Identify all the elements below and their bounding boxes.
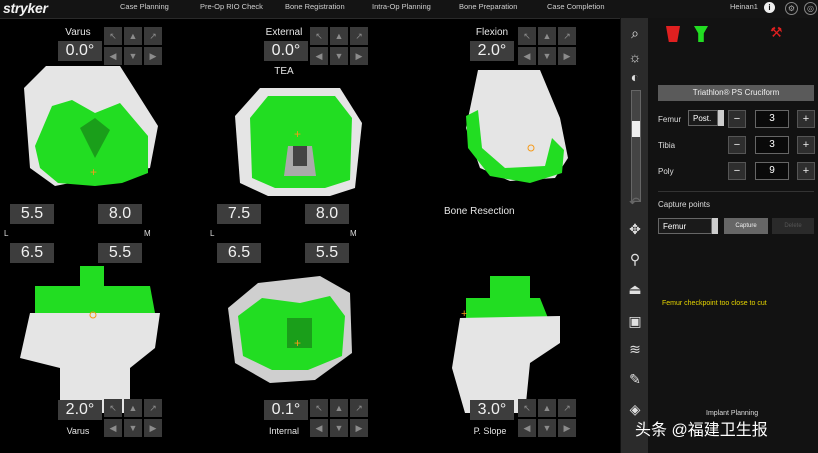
stryker-logo: stryker — [3, 0, 48, 16]
gap-mid-bottom-lateral: 6.5 — [217, 243, 261, 263]
tea-label: TEA — [274, 66, 294, 77]
femur-axial-view: + — [235, 88, 362, 196]
tibia-slope-value: 3.0° — [470, 400, 514, 420]
gap-balance-icon[interactable]: ≋ — [625, 340, 645, 358]
gap-mid-top-medial: 8.0 — [305, 204, 349, 224]
femur-flexion-value: 2.0° — [470, 41, 514, 61]
tibia-increment-button[interactable]: + — [797, 136, 815, 154]
poly-increment-button[interactable]: + — [797, 162, 815, 180]
tibia-side-view: + — [452, 276, 560, 413]
femur-increment-button[interactable]: + — [797, 110, 815, 128]
lateral-label-mid: L — [210, 229, 215, 238]
tibia-axial-view: + — [228, 276, 352, 383]
poly-size-value[interactable]: 9 — [755, 162, 789, 180]
lateral-label: L — [4, 229, 9, 238]
femur-axial-rotate-arrows[interactable]: ↖ ▲ ↗ ◀ ▼ ▶ — [310, 27, 368, 65]
nav-intraop-planning[interactable]: Intra-Op Planning — [372, 2, 431, 11]
nav-preop-rio-check[interactable]: Pre-Op RIO Check — [200, 2, 263, 11]
capture-points-title: Capture points — [658, 200, 711, 209]
implant-button[interactable]: Triathlon® PS Cruciform — [658, 85, 814, 101]
femur-row-label: Femur — [658, 115, 682, 124]
move-icon[interactable]: ✥ — [625, 220, 645, 238]
tibia-axial-rotate-arrows[interactable]: ↖ ▲ ↗ ◀ ▼ ▶ — [310, 399, 368, 437]
poly-decrement-button[interactable]: − — [728, 162, 746, 180]
gap-left-top-medial: 8.0 — [98, 204, 142, 224]
warning-message: Femur checkpoint too close to cut — [662, 300, 767, 307]
tibia-varus-value: 2.0° — [58, 400, 102, 420]
planning-panel — [648, 18, 818, 453]
tibia-side-rotate-arrows[interactable]: ↖ ▲ ↗ ◀ ▼ ▶ — [518, 399, 576, 437]
zoom-icon[interactable]: ⌕ — [625, 24, 645, 42]
capture-button[interactable]: Capture — [724, 218, 768, 234]
watermark-text: 头条 @福建卫生报 — [635, 422, 768, 439]
undo-icon[interactable]: ↶ — [625, 193, 645, 211]
saw-tool-icon[interactable]: ⚒ — [770, 24, 783, 41]
femur-decrement-button[interactable]: − — [728, 110, 746, 128]
tibia-internal-value: 0.1° — [264, 400, 308, 420]
gap-mid-top-lateral: 7.5 — [217, 204, 261, 224]
svg-text:+: + — [461, 308, 467, 320]
femur-front-rotate-arrows[interactable]: ↖ ▲ ↗ ◀ ▼ ▶ — [104, 27, 162, 65]
delete-button[interactable]: Delete — [772, 218, 814, 234]
tibia-front-view — [20, 266, 160, 413]
femur-external-value: 0.0° — [264, 41, 308, 61]
probe-icon[interactable]: ✎ — [625, 370, 645, 388]
settings-icon[interactable]: ◎ — [804, 2, 817, 15]
tibia-decrement-button[interactable]: − — [728, 136, 746, 154]
bone-resection-label: Bone Resection — [444, 206, 515, 217]
femur-varus-value: 0.0° — [58, 41, 102, 61]
gap-mid-bottom-medial: 5.5 — [305, 243, 349, 263]
contrast-slider[interactable] — [631, 90, 641, 202]
nav-case-planning[interactable]: Case Planning — [120, 2, 169, 11]
tibia-size-value[interactable]: 3 — [755, 136, 789, 154]
gear-icon[interactable]: ⚙ — [785, 2, 798, 15]
nav-bone-registration[interactable]: Bone Registration — [285, 2, 345, 11]
capture-select-arrow-icon[interactable] — [712, 218, 718, 234]
tool-strip: ⌕ ☼ ◐ ↶ ✥ ⚲ ⏏ ▣ ≋ ✎ ◈ — [620, 18, 649, 453]
brightness-icon[interactable]: ☼ — [625, 48, 645, 66]
top-nav-bar: stryker Case Planning Pre-Op RIO Check B… — [0, 0, 818, 19]
gap-left-bottom-medial: 5.5 — [98, 243, 142, 263]
gap-left-top-lateral: 5.5 — [10, 204, 54, 224]
tibia-front-rotate-arrows[interactable]: ↖ ▲ ↗ ◀ ▼ ▶ — [104, 399, 162, 437]
contrast-icon[interactable]: ◐ — [625, 68, 645, 86]
nav-bone-preparation[interactable]: Bone Preparation — [459, 2, 517, 11]
femur-implant-icon[interactable]: ⏏ — [625, 280, 645, 298]
nav-case-completion[interactable]: Case Completion — [547, 2, 605, 11]
capture-select[interactable]: Femur — [658, 218, 712, 234]
viewport-canvas[interactable]: + + + + — [0, 18, 620, 453]
svg-text:+: + — [294, 127, 301, 141]
camera-icon[interactable]: ▣ — [625, 312, 645, 330]
tibia-row-label: Tibia — [658, 141, 676, 150]
medial-label-mid: M — [350, 229, 357, 238]
divider — [658, 191, 814, 192]
info-icon[interactable]: i — [764, 2, 775, 13]
femur-type-select[interactable]: Post. — [688, 110, 718, 126]
femur-size-value[interactable]: 3 — [755, 110, 789, 128]
contrast-slider-thumb[interactable] — [632, 121, 640, 137]
gap-left-bottom-lateral: 6.5 — [10, 243, 54, 263]
femur-tibia-icon[interactable]: ⚲ — [625, 250, 645, 268]
medial-label: M — [144, 229, 151, 238]
femur-select-arrow-icon[interactable] — [718, 110, 724, 126]
femur-side-rotate-arrows[interactable]: ↖ ▲ ↗ ◀ ▼ ▶ — [518, 27, 576, 65]
svg-text:+: + — [90, 165, 97, 179]
femur-side-view — [466, 70, 568, 183]
svg-text:+: + — [294, 336, 301, 350]
poly-row-label: Poly — [658, 167, 674, 176]
user-name[interactable]: Heinan1 — [730, 2, 758, 11]
femur-front-view: + — [24, 66, 158, 186]
